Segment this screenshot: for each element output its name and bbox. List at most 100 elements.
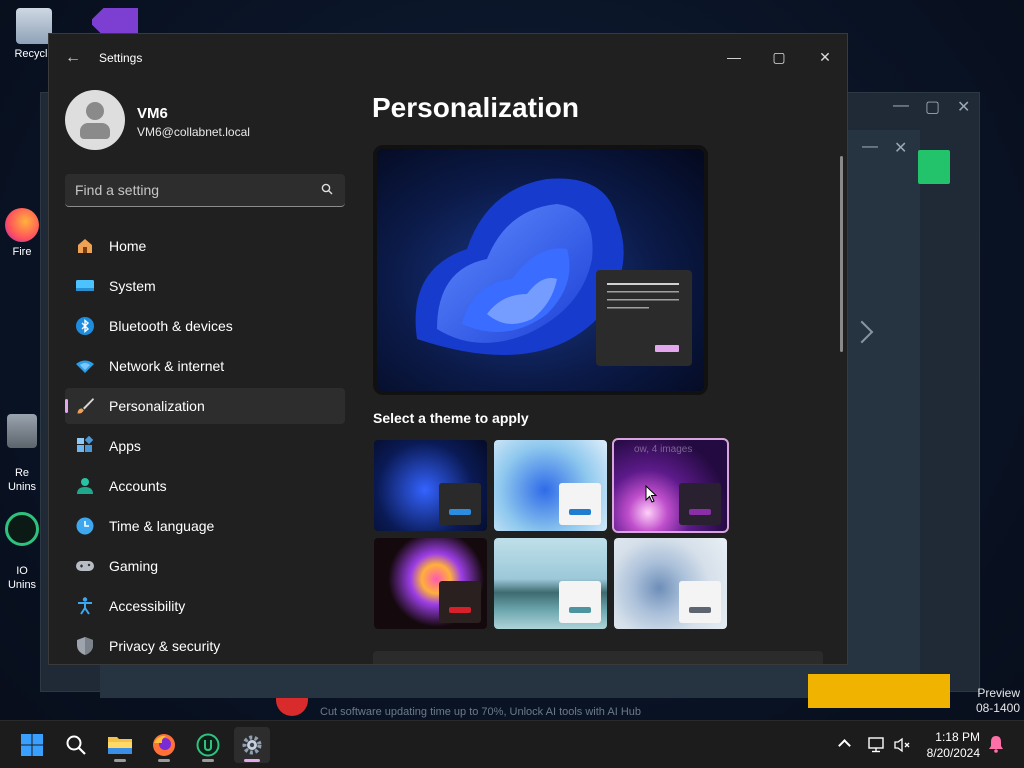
clock-date: 8/20/2024: [926, 746, 980, 760]
theme-section-label: Select a theme to apply: [373, 410, 529, 426]
running-indicator: [202, 759, 214, 762]
sidebar-item-bluetooth[interactable]: Bluetooth & devices: [65, 308, 345, 344]
theme-swatch: [439, 483, 481, 525]
desktop-icon-firefox[interactable]: Fire: [0, 208, 44, 258]
green-button[interactable]: [918, 150, 950, 184]
sidebar-item-privacy-security[interactable]: Privacy & security: [65, 628, 345, 664]
scrollbar[interactable]: [840, 156, 843, 352]
home-icon: [75, 236, 95, 256]
volume-muted-icon[interactable]: [894, 737, 912, 753]
brush-icon: [75, 396, 95, 416]
theme-swatch: [679, 483, 721, 525]
sidebar-item-label: Home: [109, 238, 147, 254]
minimize-button[interactable]: —: [719, 42, 749, 72]
system-icon: [75, 276, 95, 296]
sidebar-item-label: Privacy & security: [109, 638, 221, 654]
file-explorer-button[interactable]: [102, 727, 138, 763]
recycle-bin-icon: [16, 8, 52, 44]
maximize-button[interactable]: ▢: [764, 42, 794, 72]
theme-glow[interactable]: ow, 4 images: [612, 438, 729, 533]
clock-icon: [75, 516, 95, 536]
theme-swatch: [679, 581, 721, 623]
chevron-right-icon[interactable]: [850, 320, 874, 344]
watermark-line: Preview: [977, 686, 1020, 700]
avatar-head: [86, 102, 104, 120]
notification-bell-icon[interactable]: [988, 735, 1004, 753]
sidebar-item-personalization[interactable]: Personalization: [65, 388, 345, 424]
avatar-body: [80, 123, 110, 139]
system-clock[interactable]: 1:18 PM 8/20/2024: [927, 729, 980, 761]
chevron-up-icon[interactable]: [838, 739, 851, 752]
theme-flow[interactable]: [614, 538, 727, 629]
sidebar-item-system[interactable]: System: [65, 268, 345, 304]
red-app-icon: [276, 698, 308, 716]
running-indicator: [114, 759, 126, 762]
bloom-wallpaper-image: [377, 149, 704, 391]
firefox-icon: [153, 734, 175, 756]
start-button[interactable]: [14, 727, 50, 763]
sidebar-item-home[interactable]: Home: [65, 228, 345, 264]
desktop-icon-iobit-uninstaller[interactable]: IO Unins: [0, 498, 44, 592]
minimize-icon[interactable]: —: [862, 138, 878, 156]
sidebar-item-accessibility[interactable]: Accessibility: [65, 588, 345, 624]
avatar[interactable]: [65, 90, 125, 150]
back-arrow-icon[interactable]: ←: [63, 48, 83, 68]
search-button[interactable]: [58, 727, 94, 763]
uninstaller-icon: [7, 414, 37, 448]
firefox-icon: [5, 208, 39, 242]
close-icon[interactable]: ✕: [894, 138, 907, 158]
iobit-uninstaller-button[interactable]: [190, 727, 226, 763]
clock-time: 1:18 PM: [935, 730, 980, 744]
search-icon: [66, 735, 86, 755]
apps-icon: [75, 436, 95, 456]
iobit-icon: [196, 733, 220, 757]
accounts-icon: [75, 476, 95, 496]
sidebar-item-label: Accessibility: [109, 598, 186, 614]
title-bar[interactable]: ← Settings — ▢ ✕: [49, 34, 847, 82]
mouse-cursor-icon: [645, 485, 657, 503]
user-name: VM6: [137, 105, 168, 122]
preview-watermark: Preview 08-1400: [976, 686, 1020, 716]
desktop-icon-revo-uninstaller[interactable]: Re Unins: [0, 400, 44, 494]
network-icon: [75, 356, 95, 376]
sidebar-item-label: Gaming: [109, 558, 159, 574]
search-input[interactable]: [75, 181, 305, 199]
sidebar-item-gaming[interactable]: Gaming: [65, 548, 345, 584]
theme-windows-dark[interactable]: [374, 440, 487, 531]
network-status-icon[interactable]: [868, 737, 886, 753]
search-icon[interactable]: [321, 183, 333, 195]
sidebar-item-apps[interactable]: Apps: [65, 428, 345, 464]
visual-studio-icon[interactable]: [92, 8, 138, 36]
yellow-button[interactable]: [808, 674, 950, 708]
sidebar-item-label: Apps: [109, 438, 141, 454]
sidebar-item-label: Bluetooth & devices: [109, 318, 233, 334]
desktop-icon-label: Re Unins: [7, 467, 37, 493]
maximize-icon[interactable]: ▢: [925, 97, 940, 117]
close-icon[interactable]: ✕: [957, 97, 970, 117]
search-box[interactable]: [65, 174, 345, 207]
sidebar-item-accounts[interactable]: Accounts: [65, 468, 345, 504]
settings-window: ← Settings — ▢ ✕ VM6 VM6@collabnet.local…: [48, 33, 848, 665]
bluetooth-icon: [75, 316, 95, 336]
settings-card[interactable]: [373, 651, 823, 664]
sidebar-item-label: System: [109, 278, 156, 294]
sidebar-nav: Home System Bluetooth & devices Network …: [65, 228, 345, 664]
sidebar-item-label: Personalization: [109, 398, 205, 414]
sidebar-item-time-language[interactable]: Time & language: [65, 508, 345, 544]
shield-icon: [75, 636, 95, 656]
theme-caption: ow, 4 images: [634, 444, 693, 455]
running-indicator: [244, 759, 260, 762]
theme-captured-motion[interactable]: [374, 538, 487, 629]
theme-windows-light[interactable]: [494, 440, 607, 531]
theme-swatch: [439, 581, 481, 623]
sidebar-item-network[interactable]: Network & internet: [65, 348, 345, 384]
minimize-icon[interactable]: —: [893, 97, 909, 115]
close-button[interactable]: ✕: [810, 42, 840, 72]
settings-button[interactable]: [234, 727, 270, 763]
theme-swatch: [559, 581, 601, 623]
firefox-button[interactable]: [146, 727, 182, 763]
gear-icon: [242, 735, 262, 755]
theme-preview: [373, 145, 708, 395]
theme-sunrise[interactable]: [494, 538, 607, 629]
desktop-icon-label: Fire: [12, 246, 32, 258]
